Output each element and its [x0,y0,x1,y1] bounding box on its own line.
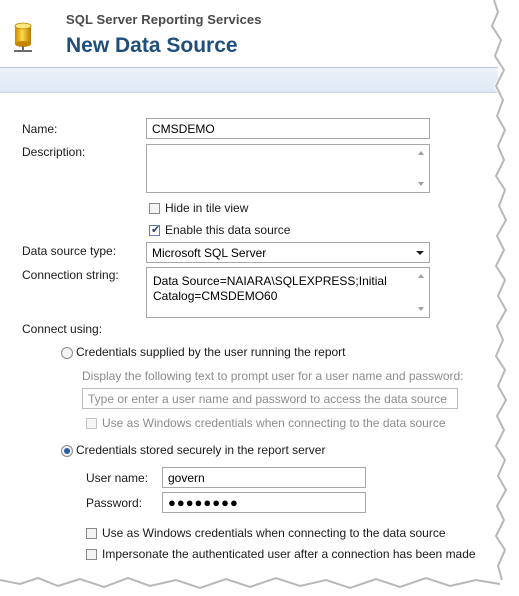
scroll-up-icon[interactable] [418,151,424,155]
page-title: New Data Source [66,34,238,57]
description-scrollbar[interactable] [414,145,429,192]
hide-tile-label: Hide in tile view [165,201,249,215]
stored-windows-creds-label: Use as Windows credentials when connecti… [102,526,446,540]
user-supplied-label: Credentials supplied by the user running… [76,345,346,359]
ds-type-value: Microsoft SQL Server [152,246,267,260]
prompt-label: Display the following text to prompt use… [82,369,464,383]
conn-scrollbar[interactable] [414,268,429,317]
hide-tile-checkbox[interactable] [149,203,160,214]
prompt-input[interactable]: Type or enter a user name and password t… [82,388,458,409]
ds-type-label: Data source type: [22,244,117,258]
scroll-down-icon[interactable] [418,307,424,311]
ds-type-select[interactable]: Microsoft SQL Server [146,242,430,263]
database-icon [10,22,36,54]
password-mask: ●●●●●●●● [168,495,239,510]
connect-using-label: Connect using: [22,322,103,336]
stored-windows-creds-checkbox[interactable] [86,528,97,539]
name-label: Name: [22,122,58,136]
user-windows-creds-label: Use as Windows credentials when connecti… [102,416,446,430]
chevron-down-icon [416,251,424,255]
stored-credentials-label: Credentials stored securely in the repor… [76,443,326,457]
username-input[interactable]: govern [162,467,366,488]
app-name: SQL Server Reporting Services [66,12,262,27]
radio-stored-credentials[interactable] [61,445,73,457]
description-label: Description: [22,145,86,159]
check-icon: ✔ [151,224,161,236]
password-input[interactable]: ●●●●●●●● [162,492,366,513]
impersonate-checkbox[interactable] [86,549,97,560]
radio-selected-dot [64,448,70,454]
name-input[interactable]: CMSDEMO [146,118,430,139]
impersonate-label: Impersonate the authenticated user after… [102,547,476,561]
toolbar-strip [0,67,498,93]
password-label: Password: [86,496,143,510]
conn-textarea[interactable]: Data Source=NAIARA\SQLEXPRESS;Initial Ca… [146,267,430,318]
description-textarea[interactable] [146,144,430,193]
user-windows-creds-checkbox[interactable] [86,418,97,429]
radio-user-supplied[interactable] [61,347,73,359]
conn-label: Connection string: [22,268,119,282]
scroll-up-icon[interactable] [418,274,424,278]
enable-checkbox[interactable]: ✔ [149,224,161,236]
conn-text: Data Source=NAIARA\SQLEXPRESS;Initial Ca… [153,274,387,303]
enable-label: Enable this data source [165,223,291,237]
username-label: User name: [86,471,149,485]
scroll-down-icon[interactable] [418,182,424,186]
